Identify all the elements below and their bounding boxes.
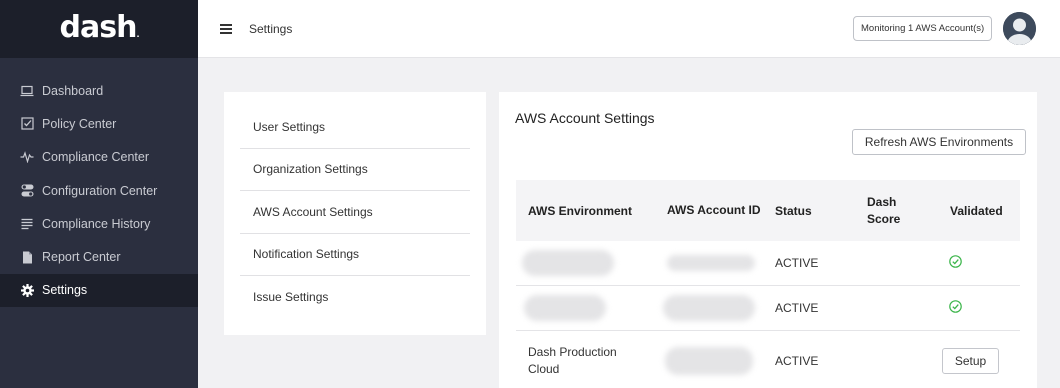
setup-button[interactable]: Setup <box>942 348 999 374</box>
settings-menu-item-notification[interactable]: Notification Settings <box>240 234 470 276</box>
aws-account-settings-panel: AWS Account Settings Refresh AWS Environ… <box>499 92 1037 388</box>
sidebar-item-compliance-history[interactable]: Compliance History <box>0 207 198 240</box>
table-row[interactable]: Dash Production Cloud ACTIVE Setup <box>516 331 1020 388</box>
logo-area: dash. <box>0 0 198 58</box>
aws-environments-table: AWS Environment AWS Account ID Status Da… <box>516 180 1020 388</box>
settings-menu-item-aws-account[interactable]: AWS Account Settings <box>240 191 470 234</box>
environment-cell: Dash Production Cloud <box>528 345 617 376</box>
table-row[interactable]: ACTIVE <box>516 286 1020 331</box>
sidebar-item-label: Report Center <box>42 250 121 265</box>
column-header: Validated <box>950 203 1003 218</box>
settings-menu-item-user[interactable]: User Settings <box>240 106 470 149</box>
settings-menu-item-organization[interactable]: Organization Settings <box>240 149 470 191</box>
dash-logo[interactable]: dash. <box>60 10 140 45</box>
sidebar: dash. Dashboard Policy Center Compliance… <box>0 0 198 388</box>
avatar[interactable] <box>1003 12 1036 45</box>
top-header: Settings Monitoring 1 AWS Account(s) <box>198 0 1060 58</box>
column-header: Dash Score <box>867 194 901 226</box>
pulse-icon <box>20 150 34 164</box>
status-cell: ACTIVE <box>775 354 819 368</box>
gear-icon <box>20 283 34 297</box>
sidebar-item-label: Policy Center <box>42 116 117 131</box>
redacted-value <box>524 295 606 321</box>
sidebar-item-label: Compliance History <box>42 216 151 231</box>
status-cell: ACTIVE <box>775 301 819 315</box>
settings-menu-item-issue[interactable]: Issue Settings <box>240 276 470 319</box>
column-header: AWS Account ID <box>667 203 761 217</box>
environment-cell <box>516 250 655 276</box>
validated-cell <box>925 255 1020 271</box>
sidebar-item-label: Configuration Center <box>42 183 158 198</box>
sidebar-item-configuration-center[interactable]: Configuration Center <box>0 174 198 207</box>
hamburger-menu-icon[interactable] <box>220 23 232 34</box>
sidebar-item-report-center[interactable]: Report Center <box>0 240 198 273</box>
redacted-value <box>667 255 755 271</box>
sidebar-item-label: Dashboard <box>42 83 104 98</box>
sidebar-nav: Dashboard Policy Center Compliance Cente… <box>0 74 198 308</box>
table-row[interactable]: ACTIVE <box>516 241 1020 286</box>
toggle-icon <box>20 184 34 198</box>
redacted-value <box>663 295 755 321</box>
column-header: AWS Environment <box>528 203 633 218</box>
sidebar-item-label: Settings <box>42 283 88 298</box>
validated-cell <box>925 300 1020 316</box>
validated-cell: Setup <box>925 348 1020 374</box>
table-header: AWS Environment AWS Account ID Status Da… <box>516 180 1020 241</box>
redacted-value <box>522 250 614 276</box>
sidebar-item-settings[interactable]: Settings <box>0 273 198 308</box>
sidebar-item-dashboard[interactable]: Dashboard <box>0 74 198 107</box>
document-icon <box>20 250 34 264</box>
user-avatar-icon <box>1003 12 1036 45</box>
column-header: Status <box>775 203 812 218</box>
settings-menu: User Settings Organization Settings AWS … <box>224 92 486 335</box>
sidebar-item-compliance-center[interactable]: Compliance Center <box>0 141 198 174</box>
account-id-cell <box>655 255 763 271</box>
monitoring-accounts-button[interactable]: Monitoring 1 AWS Account(s) <box>853 16 993 41</box>
sidebar-item-label: Compliance Center <box>42 150 149 165</box>
status-cell: ACTIVE <box>775 256 819 270</box>
redacted-value <box>665 347 753 375</box>
refresh-aws-environments-button[interactable]: Refresh AWS Environments <box>852 129 1026 155</box>
check-circle-icon <box>949 300 962 313</box>
page-title: Settings <box>249 21 293 36</box>
account-id-cell <box>655 347 763 375</box>
sidebar-item-policy-center[interactable]: Policy Center <box>0 107 198 140</box>
panel-title: AWS Account Settings <box>515 110 655 126</box>
check-circle-icon <box>949 255 962 268</box>
environment-cell <box>516 295 655 321</box>
list-icon <box>20 217 34 231</box>
account-id-cell <box>655 295 763 321</box>
checkbox-icon <box>20 117 34 131</box>
laptop-icon <box>20 84 34 98</box>
